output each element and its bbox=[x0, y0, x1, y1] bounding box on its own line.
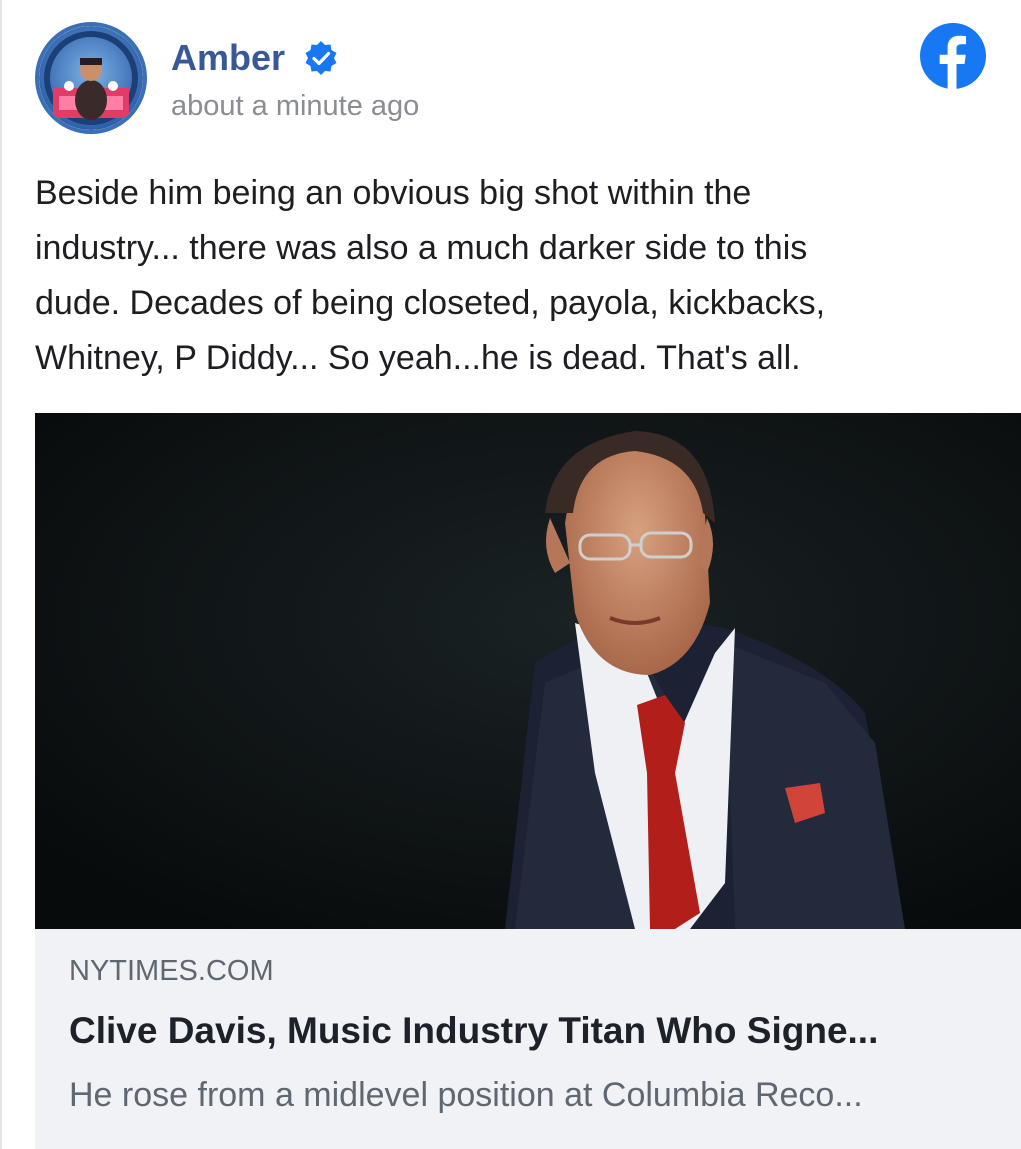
portrait-photo bbox=[35, 413, 1021, 929]
post-text-line: industry... there was also a much darker… bbox=[35, 229, 808, 267]
post-timestamp[interactable]: about a minute ago bbox=[171, 86, 419, 126]
avatar-image bbox=[39, 26, 143, 130]
post-text-line: Whitney, P Diddy... So yeah...he is dead… bbox=[35, 339, 801, 377]
post-text-line: dude. Decades of being closeted, payola,… bbox=[35, 284, 826, 322]
card-left-border bbox=[0, 0, 2, 1149]
author-avatar[interactable] bbox=[35, 22, 147, 134]
link-domain: NYTIMES.COM bbox=[69, 955, 274, 987]
link-preview-card[interactable]: NYTIMES.COM Clive Davis, Music Industry … bbox=[35, 413, 1021, 1149]
verified-badge-icon bbox=[305, 41, 337, 75]
link-preview-image[interactable] bbox=[35, 413, 1021, 929]
link-description: He rose from a midlevel position at Colu… bbox=[69, 1076, 863, 1114]
post-text-line: Beside him being an obvious big shot wit… bbox=[35, 174, 752, 212]
post-body-text: Beside him being an obvious big shot wit… bbox=[35, 166, 995, 386]
post-header: Amber about a minute ago bbox=[35, 22, 995, 138]
link-title[interactable]: Clive Davis, Music Industry Titan Who Si… bbox=[69, 1005, 989, 1057]
facebook-logo-icon[interactable] bbox=[919, 22, 987, 90]
author-name[interactable]: Amber bbox=[171, 36, 285, 80]
